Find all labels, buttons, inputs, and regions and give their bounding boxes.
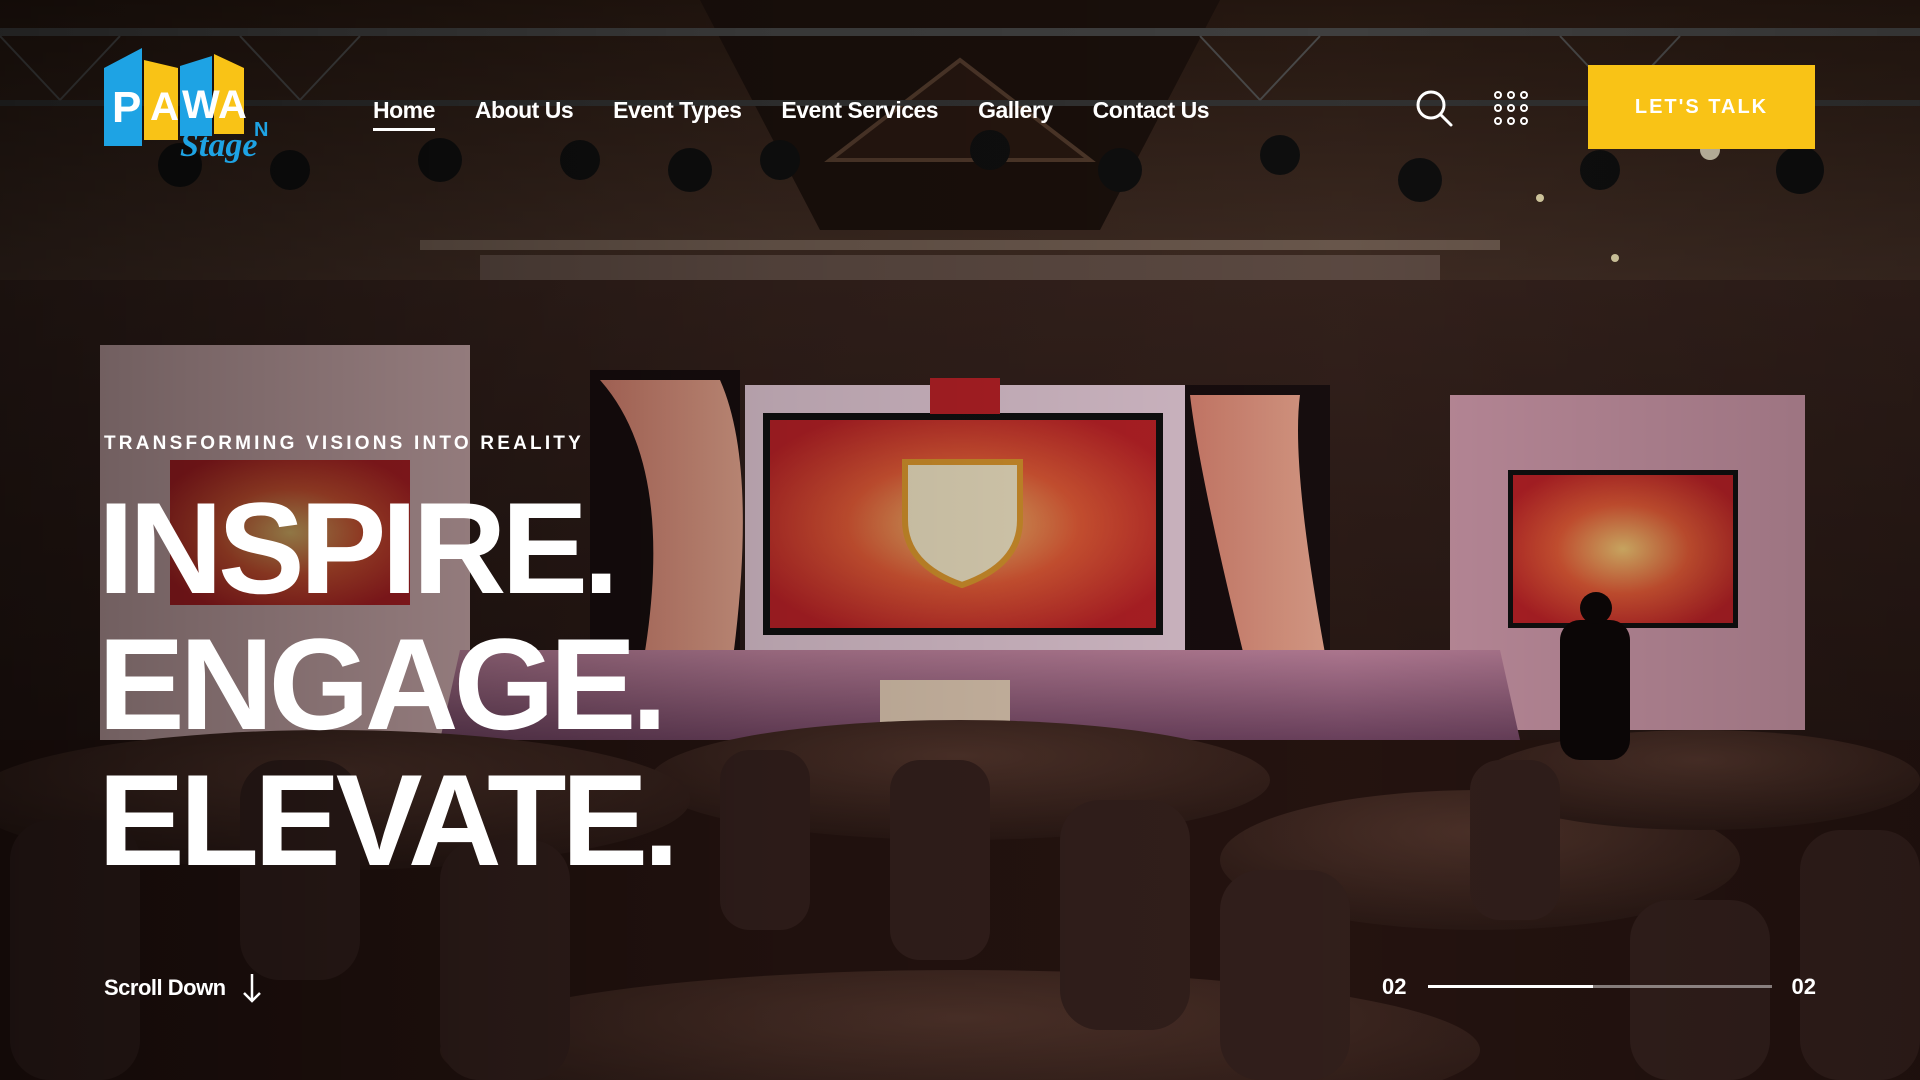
nav-event-types[interactable]: Event Types bbox=[613, 97, 742, 124]
hero-headline: INSPIRE. ENGAGE. ELEVATE. bbox=[98, 475, 679, 893]
nav-home[interactable]: Home bbox=[373, 97, 435, 131]
svg-text:A: A bbox=[150, 85, 179, 129]
scroll-down-label: Scroll Down bbox=[104, 975, 226, 1000]
slide-total: 02 bbox=[1791, 974, 1816, 999]
progress-track[interactable] bbox=[1428, 985, 1772, 988]
headline-line-1: INSPIRE. bbox=[98, 475, 619, 621]
nav-event-services[interactable]: Event Services bbox=[781, 97, 938, 124]
pawan-stage-logo[interactable]: N P A W A Stage bbox=[104, 48, 274, 166]
svg-text:P: P bbox=[112, 83, 141, 132]
main-nav: Home About Us Event Types Event Services… bbox=[373, 92, 1249, 131]
nav-gallery[interactable]: Gallery bbox=[978, 97, 1053, 124]
nav-contact-us[interactable]: Contact Us bbox=[1093, 97, 1210, 124]
grid-dots-icon[interactable] bbox=[1493, 90, 1529, 126]
svg-text:Stage: Stage bbox=[180, 127, 257, 164]
slide-current: 02 bbox=[1382, 974, 1407, 999]
slide-progress: 02 02 bbox=[1382, 972, 1816, 1002]
hero-eyebrow: TRANSFORMING VISIONS INTO REALITY bbox=[104, 433, 584, 454]
search-icon[interactable] bbox=[1414, 88, 1454, 128]
headline-line-3: ELEVATE. bbox=[98, 747, 679, 893]
progress-fill bbox=[1428, 985, 1594, 988]
headline-line-2: ENGAGE. bbox=[98, 611, 668, 757]
lets-talk-button[interactable]: LET'S TALK bbox=[1588, 65, 1815, 149]
nav-about-us[interactable]: About Us bbox=[475, 97, 574, 124]
scroll-down-button[interactable]: Scroll Down bbox=[104, 972, 264, 1004]
arrow-down-icon bbox=[242, 974, 261, 1003]
svg-text:W: W bbox=[182, 83, 220, 127]
svg-text:A: A bbox=[218, 83, 247, 127]
logo-mark: N P A W A Stage bbox=[104, 48, 268, 164]
